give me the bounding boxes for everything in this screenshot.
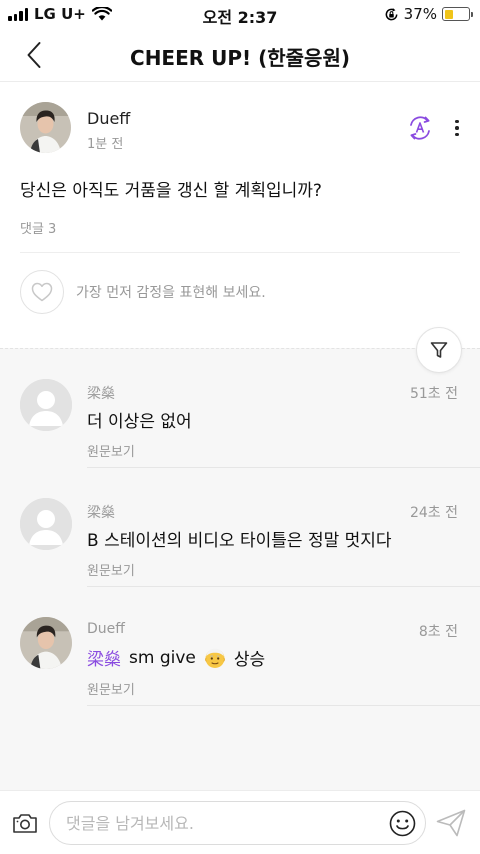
battery-icon [442,7,473,21]
comment-input-container [49,801,426,845]
translate-button[interactable] [406,114,434,142]
comment-author[interactable]: 梁燊 [87,383,115,403]
older-man-emoji-icon [204,648,225,668]
mention-link[interactable]: 梁燊 [87,645,121,670]
post-timestamp: 1분 전 [87,137,124,152]
post-author[interactable]: Dueff [87,109,130,128]
camera-button[interactable] [12,811,38,835]
camera-icon [13,814,37,833]
orientation-lock-icon [385,7,398,20]
comment-body: B 스테이션의 비디오 타이틀은 정말 멋지다 [87,531,392,551]
reaction-button[interactable] [20,270,64,314]
heart-icon [31,282,53,302]
comment-author[interactable]: 梁燊 [87,502,115,522]
comment-timestamp: 51초 전 [409,386,458,402]
comments-section: 梁燊 51초 전 더 이상은 없어 원문보기 梁燊 24초 전 B 스테이션의 … [0,327,480,790]
comment-timestamp: 8초 전 [418,624,458,640]
comment-text: 梁燊 sm give 상승 [87,645,266,671]
comment-timestamp: 24초 전 [409,505,458,521]
status-right: 37% [384,5,473,23]
comment-input-bar [0,790,480,854]
reaction-prompt: 가장 먼저 감정을 표현해 보세요. [76,285,266,301]
default-avatar-icon[interactable] [20,498,72,550]
author-avatar[interactable] [20,102,71,153]
post-card: Dueff 1분 전 당신은 아직도 거품을 갱신 할 계획입니까? 댓글 3 … [0,82,480,348]
comment-item: Dueff 8초 전 梁燊 sm give 상승 원문보기 [0,587,480,706]
view-original-link[interactable]: 원문보기 [87,560,135,579]
avatar-photo [20,617,72,669]
send-button[interactable] [435,808,467,838]
comment-body: sm give [129,647,196,668]
send-icon [436,809,466,837]
header: CHEER UP! (한줄응원) [0,28,480,82]
author-avatar[interactable] [20,617,72,669]
comment-body-suffix: 상승 [233,650,266,670]
comment-count: 댓글 3 [20,222,57,237]
smiley-icon [389,810,416,837]
view-original-link[interactable]: 원문보기 [87,679,135,698]
comment-text: 더 이상은 없어 [87,407,192,432]
divider [87,705,480,706]
battery-percent: 37% [403,5,437,23]
divider [20,252,460,253]
reaction-row: 가장 먼저 감정을 표현해 보세요. [20,270,266,314]
comment-body: 더 이상은 없어 [87,412,192,432]
emoji-button[interactable] [389,810,416,837]
page-title: CHEER UP! (한줄응원) [130,46,350,70]
more-vertical-icon[interactable] [447,116,467,140]
default-avatar-icon[interactable] [20,379,72,431]
translate-icon [410,116,430,140]
view-original-link[interactable]: 원문보기 [87,441,135,460]
avatar-photo [20,102,71,153]
comment-input[interactable] [66,802,386,844]
post-body: 당신은 아직도 거품을 갱신 할 계획입니까? [20,181,322,201]
comment-item: 梁燊 51초 전 더 이상은 없어 원문보기 [0,349,480,468]
comment-text: B 스테이션의 비디오 타이틀은 정말 멋지다 [87,526,392,551]
comment-author[interactable]: Dueff [87,621,125,637]
status-bar: LG U+ 오전 2:37 37% [0,0,480,28]
comment-item: 梁燊 24초 전 B 스테이션의 비디오 타이틀은 정말 멋지다 원문보기 [0,468,480,587]
battery-fill [444,9,453,19]
